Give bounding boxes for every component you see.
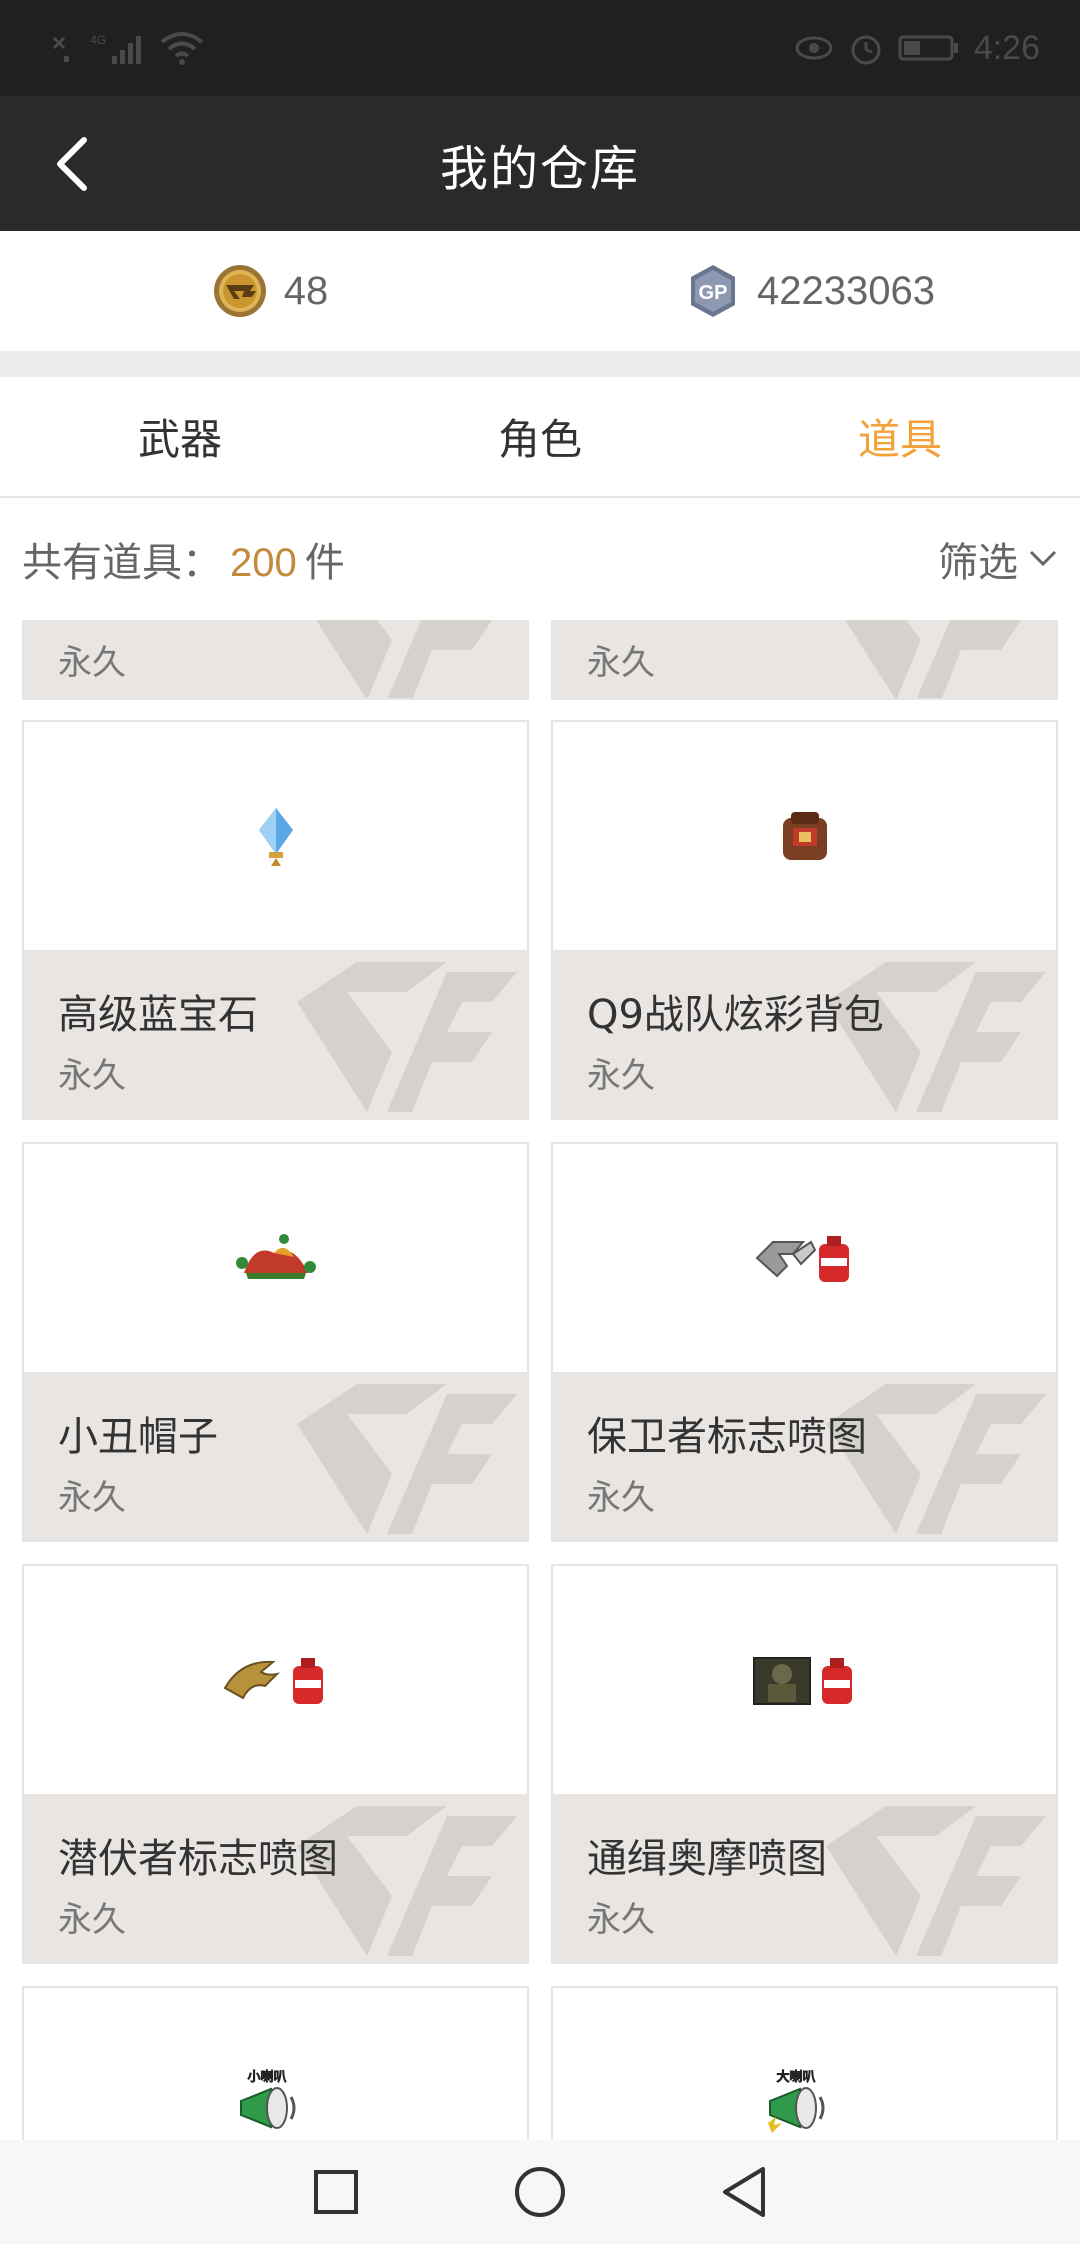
item-image (553, 722, 1056, 950)
small-horn-badge: 小喇叭 (247, 2069, 286, 2085)
item-card[interactable]: 小喇叭 (22, 1986, 529, 2140)
item-card[interactable]: 大喇叭 (551, 1986, 1058, 2140)
status-time: 4:26 (973, 28, 1040, 67)
section-divider (0, 351, 1080, 377)
cf-coin-icon (213, 265, 266, 317)
item-name: 通缉奥摩喷图 (587, 1836, 827, 1882)
network-badge: 4G (90, 33, 106, 47)
item-duration: 永久 (587, 1900, 655, 1940)
item-info: 永久 (24, 620, 527, 698)
item-image (24, 722, 527, 950)
item-duration: 永久 (58, 642, 126, 683)
item-image (24, 1144, 527, 1372)
item-info: 潜伏者标志喷图 永久 (24, 1794, 527, 1962)
gp-points-value: 42233063 (757, 268, 935, 313)
chevron-left-icon (57, 137, 87, 191)
cf-watermark-icon (826, 620, 1046, 698)
item-count-suffix: 件 (304, 540, 345, 586)
filter-button[interactable]: 筛选 (938, 530, 1058, 588)
item-card[interactable]: 保卫者标志喷图 永久 (551, 1142, 1058, 1542)
triangle-back-icon (723, 2167, 765, 2217)
alarm-icon (848, 30, 884, 66)
recents-button[interactable] (304, 2160, 368, 2224)
spray-wanted-icon (752, 1657, 852, 1705)
summary-row: 共有道具： 200 件 筛选 (0, 498, 1080, 620)
spray-defender-icon (755, 1236, 849, 1282)
item-duration: 永久 (587, 1056, 655, 1096)
item-name: 小丑帽子 (58, 1414, 218, 1460)
item-duration: 永久 (58, 1478, 126, 1518)
category-tabs: 武器 角色 道具 (0, 377, 1080, 498)
item-info: 小丑帽子 永久 (24, 1372, 527, 1540)
tab-items[interactable]: 道具 (720, 377, 1080, 496)
spray-lurker-icon (223, 1658, 323, 1704)
backpack-icon (782, 812, 827, 860)
item-name: 保卫者标志喷图 (587, 1414, 867, 1460)
small-horn-icon: 小喇叭 (239, 2069, 295, 2129)
item-card[interactable]: Q9战队炫彩背包 永久 (551, 720, 1058, 1120)
item-card[interactable]: 永久 (22, 620, 529, 700)
item-grid[interactable]: 永久 永久 高级蓝宝石 永久 Q9战队炫彩背包 永久 小丑帽子 永久 保卫者标志… (0, 620, 1080, 2140)
item-name: Q9战队炫彩背包 (587, 992, 884, 1038)
item-info: 永久 (553, 620, 1056, 698)
item-card[interactable]: 高级蓝宝石 永久 (22, 720, 529, 1120)
signal-icon: 4G (88, 30, 146, 66)
item-card[interactable]: 小丑帽子 永久 (22, 1142, 529, 1542)
item-image (24, 1566, 527, 1794)
status-left: 4G (50, 30, 204, 66)
item-image: 大喇叭 (553, 1988, 1056, 2140)
item-card[interactable]: 潜伏者标志喷图 永久 (22, 1564, 529, 1964)
eye-icon (794, 33, 834, 63)
chevron-down-icon (1029, 550, 1057, 567)
status-right: 4:26 (794, 29, 1040, 68)
battery-icon (898, 33, 960, 63)
cf-points-value: 48 (283, 268, 329, 313)
page-title: 我的仓库 (439, 140, 640, 197)
item-info: 保卫者标志喷图 永久 (553, 1372, 1056, 1540)
cf-points: 48 (0, 231, 540, 351)
app-header: 我的仓库 (0, 96, 1080, 231)
home-button[interactable] (508, 2160, 572, 2224)
jester-hat-icon (235, 1234, 316, 1279)
item-duration: 永久 (587, 1478, 655, 1518)
back-button[interactable] (42, 134, 102, 194)
filter-label: 筛选 (938, 540, 1018, 586)
item-card[interactable]: 永久 (551, 620, 1058, 700)
sapphire-icon (258, 808, 293, 866)
item-info: Q9战队炫彩背包 永久 (553, 950, 1056, 1118)
wifi-icon (160, 30, 204, 66)
item-count: 共有道具： 200 件 (22, 530, 345, 588)
status-bar: 4G 4:26 (0, 0, 1080, 96)
item-duration: 永久 (58, 1056, 126, 1096)
item-image (553, 1566, 1056, 1794)
tab-characters[interactable]: 角色 (360, 377, 720, 496)
square-icon (314, 2170, 358, 2214)
tab-weapons[interactable]: 武器 (0, 377, 360, 496)
gp-coin-icon: GP (691, 265, 736, 317)
gp-badge-text: GP (699, 282, 728, 304)
item-count-prefix: 共有道具： (22, 540, 222, 586)
item-duration: 永久 (58, 1900, 126, 1940)
item-count-number: 200 (230, 541, 297, 585)
item-image (553, 1144, 1056, 1372)
big-horn-badge: 大喇叭 (776, 2069, 815, 2085)
item-name: 潜伏者标志喷图 (58, 1836, 338, 1882)
item-duration: 永久 (587, 642, 655, 683)
circle-icon (515, 2167, 565, 2217)
sim-x-icon (50, 32, 74, 64)
big-horn-icon: 大喇叭 (767, 2069, 824, 2133)
item-info: 通缉奥摩喷图 永久 (553, 1794, 1056, 1962)
item-info: 高级蓝宝石 永久 (24, 950, 527, 1118)
item-image: 小喇叭 (24, 1988, 527, 2140)
gp-points: GP 42233063 (540, 231, 1080, 351)
currency-bar: 48 GP 42233063 (0, 231, 1080, 351)
item-card[interactable]: 通缉奥摩喷图 永久 (551, 1564, 1058, 1964)
back-nav-button[interactable] (712, 2160, 776, 2224)
cf-watermark-icon (297, 620, 517, 698)
item-name: 高级蓝宝石 (58, 992, 258, 1038)
system-nav-bar (0, 2140, 1080, 2244)
